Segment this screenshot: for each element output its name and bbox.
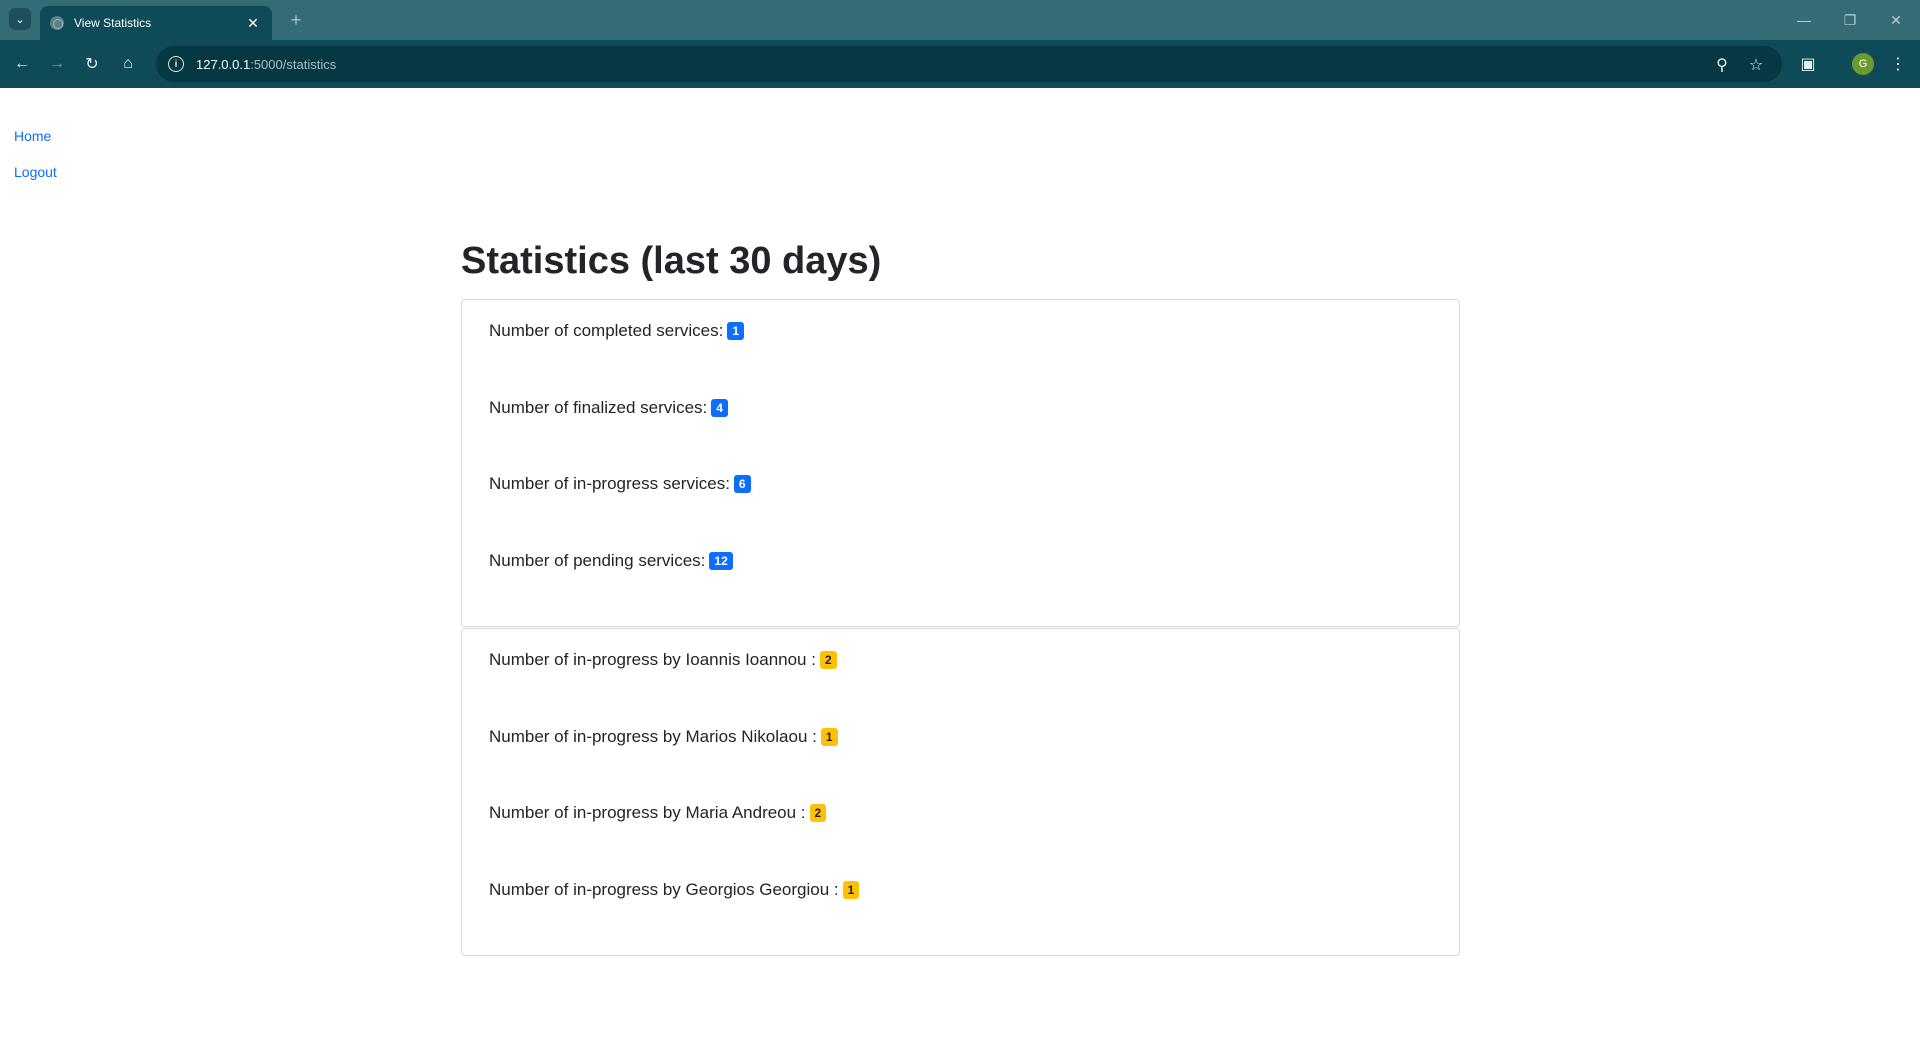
stat-label: Number of in-progress by Marios Nikolaou… — [489, 726, 817, 746]
count-badge: 4 — [711, 398, 728, 417]
count-badge: 2 — [819, 651, 837, 669]
stat-label: Number of pending services: — [489, 550, 706, 570]
count-badge: 12 — [709, 551, 733, 570]
stat-label: Number of in-progress by Georgios Georgi… — [489, 879, 839, 899]
globe-icon — [50, 16, 64, 30]
bookmark-star-icon[interactable]: ☆ — [1746, 55, 1766, 75]
url-path: :5000/statistics — [250, 56, 337, 72]
stat-label: Number of finalized services: — [489, 397, 708, 417]
back-icon[interactable]: ← — [10, 52, 34, 76]
extensions-icon[interactable]: ▣ — [1796, 52, 1820, 76]
more-menu-icon[interactable]: ⋮ — [1886, 52, 1910, 76]
stat-label: Number of completed services: — [489, 321, 724, 340]
profile-avatar[interactable]: G — [1852, 53, 1874, 75]
stat-in-progress: Number of in-progress services: 6 — [489, 471, 1432, 548]
browser-tab-bar: ⌄ View Statistics ✕ + — ❐ ✕ — [0, 0, 1920, 40]
reload-icon[interactable]: ↻ — [80, 52, 104, 76]
home-link[interactable]: Home — [14, 128, 57, 144]
forward-icon[interactable]: → — [45, 52, 69, 76]
tab-title: View Statistics — [74, 16, 152, 30]
restore-icon[interactable]: ❐ — [1832, 8, 1868, 32]
stat-label: Number of in-progress by Ioannis Ioannou… — [489, 650, 816, 669]
window-close-icon[interactable]: ✕ — [1878, 8, 1914, 32]
stat-completed: Number of completed services: 1 — [489, 318, 1432, 395]
page-title: Statistics (last 30 days) — [461, 240, 882, 282]
minimize-icon[interactable]: — — [1786, 8, 1822, 32]
stat-finalized: Number of finalized services: 4 — [489, 395, 1432, 472]
stat-technician-marios: Number of in-progress by Marios Nikolaou… — [489, 724, 1432, 801]
tab-search-icon[interactable]: ⌄ — [9, 8, 31, 30]
count-badge: 1 — [727, 322, 745, 340]
count-badge: 2 — [809, 804, 827, 822]
logout-link[interactable]: Logout — [14, 164, 57, 180]
count-badge: 6 — [733, 475, 751, 493]
side-nav: Home Logout — [14, 128, 57, 200]
url-host: 127.0.0.1 — [196, 56, 251, 72]
browser-tab[interactable]: View Statistics ✕ — [40, 6, 272, 40]
stat-technician-ioannis: Number of in-progress by Ioannis Ioannou… — [489, 647, 1432, 724]
stat-pending: Number of pending services: 12 — [489, 548, 1432, 625]
stat-technician-maria: Number of in-progress by Maria Andreou :… — [489, 800, 1432, 877]
browser-toolbar: ← → ↻ ⌂ i 127.0.0.1:5000/statistics ⚲ ☆ … — [0, 40, 1920, 88]
site-info-icon[interactable]: i — [168, 56, 184, 72]
close-tab-icon[interactable]: ✕ — [244, 15, 262, 32]
address-bar[interactable]: i 127.0.0.1:5000/statistics ⚲ ☆ — [156, 46, 1782, 82]
new-tab-icon[interactable]: + — [284, 8, 308, 32]
stat-technician-georgios: Number of in-progress by Georgios Georgi… — [489, 877, 1432, 954]
count-badge: 1 — [842, 880, 860, 899]
page: Home Logout Statistics (last 30 days) Nu… — [0, 88, 1920, 1040]
count-badge: 1 — [820, 727, 838, 746]
main-content: Statistics (last 30 days) Number of comp… — [461, 236, 1460, 956]
service-stats-card: Number of completed services: 1 Number of… — [461, 299, 1460, 627]
zoom-icon[interactable]: ⚲ — [1712, 55, 1732, 75]
stat-label: Number of in-progress by Maria Andreou : — [489, 803, 806, 822]
stat-label: Number of in-progress services: — [489, 474, 730, 493]
technician-stats-card: Number of in-progress by Ioannis Ioannou… — [461, 628, 1460, 956]
home-icon[interactable]: ⌂ — [116, 52, 140, 76]
